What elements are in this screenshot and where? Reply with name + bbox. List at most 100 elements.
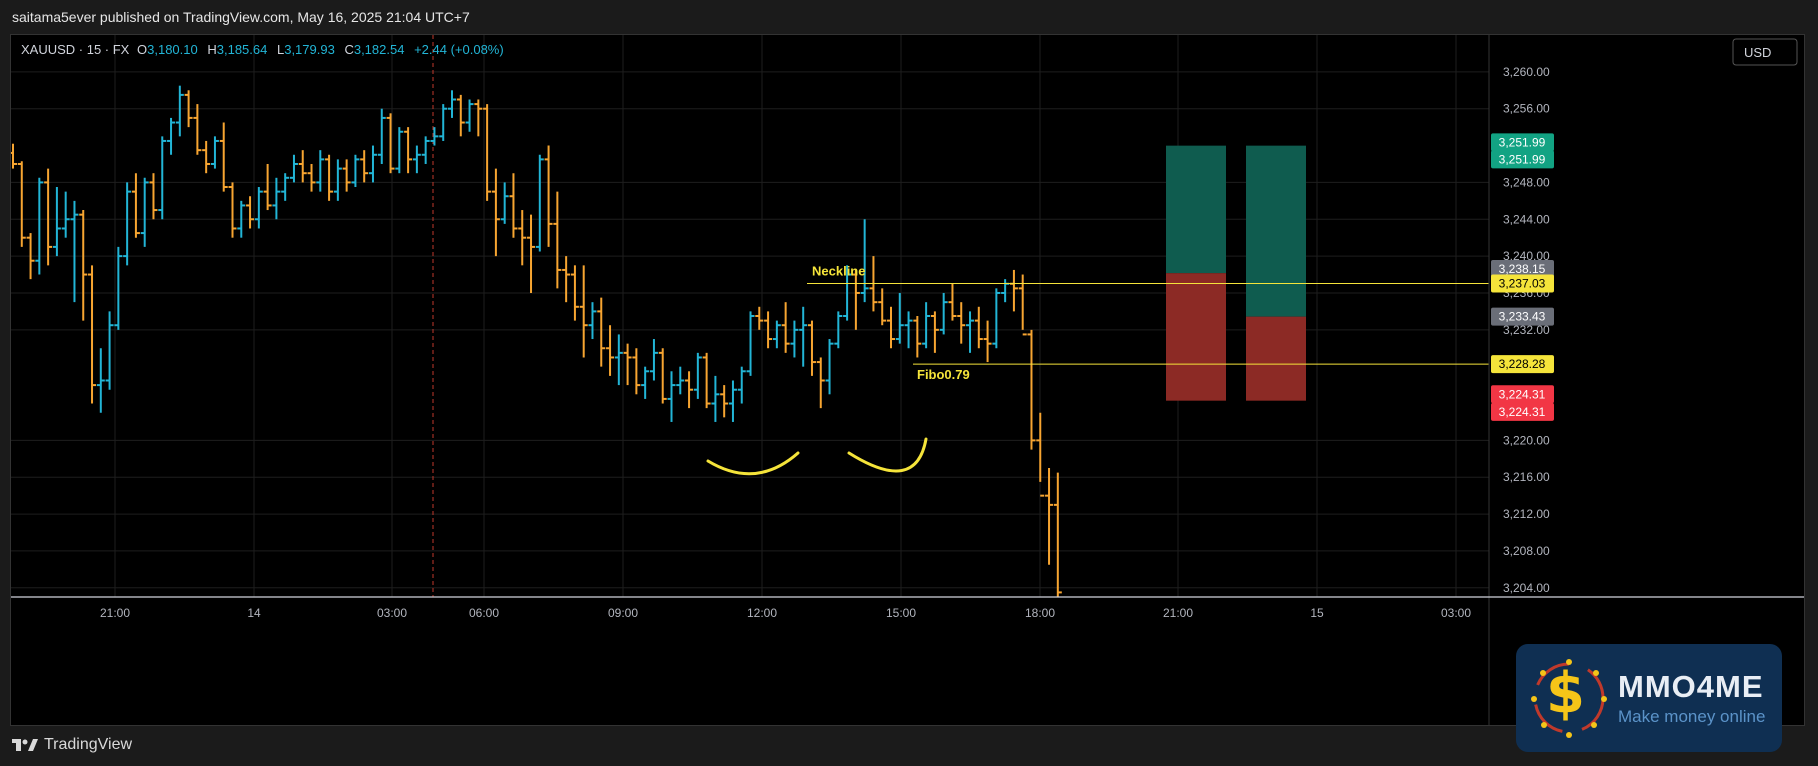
ohlc-bar [368, 145, 377, 183]
price-label-text: 3,238.15 [1499, 262, 1546, 276]
ohlc-bar [518, 210, 527, 266]
ohlc-bar [887, 306, 895, 349]
legend-change: +2.44 (+0.08%) [414, 42, 504, 57]
ohlc-bar [983, 320, 992, 363]
ohlc-bar [1027, 329, 1036, 450]
ohlc-bar [386, 113, 395, 174]
ohlc-bar [544, 145, 553, 247]
ohlc-bar [193, 104, 202, 155]
ohlc-bar [737, 366, 746, 404]
ohlc-bar [465, 99, 474, 132]
annotation-label: Neckline [812, 263, 865, 278]
ohlc-bar [913, 316, 922, 358]
ohlc-bar [790, 320, 799, 358]
ohlc-bar [895, 292, 904, 344]
ohlc-bar [210, 136, 219, 169]
footer-logo[interactable]: TradingView [12, 736, 132, 754]
ohlc-bar [553, 191, 562, 289]
badge-tagline: Make money online [1618, 707, 1766, 726]
chart-pane[interactable]: Neckline Fibo0.79 3,260.00 3,256.00 3,248.0… [10, 34, 1805, 726]
ohlc-bar [851, 269, 860, 330]
ohlc-bar [500, 182, 509, 224]
ohlc-bar [123, 182, 132, 266]
ohlc-bar [816, 357, 825, 409]
price-chart[interactable]: Neckline Fibo0.79 3,260.00 3,256.00 3,248.0… [11, 35, 1804, 725]
ohlc-bar [456, 94, 465, 137]
currency-button[interactable]: USD [1732, 38, 1798, 66]
price-label: 3,224.31 [1491, 402, 1554, 421]
ohlc-bar [579, 265, 588, 358]
ohlc-bar [632, 348, 641, 395]
price-label-text: 3,224.31 [1499, 405, 1546, 419]
ohlc-bar [693, 352, 702, 399]
ohlc-bar [948, 283, 957, 321]
legend-ohlc-values: O3,180.10 H3,185.64 L3,179.93 C3,182.54 … [137, 42, 504, 57]
ohlc-bar [562, 256, 571, 303]
ohlc-bar [439, 104, 448, 141]
ohlc-bar [202, 140, 211, 174]
ohlc-bar [685, 371, 694, 409]
annotations[interactable]: Neckline Fibo0.79 [706, 263, 1489, 476]
ohlc-bar [325, 154, 334, 201]
ohlc-bar [96, 348, 105, 413]
ohlc-bar [939, 292, 948, 335]
ohlc-bar [1009, 269, 1018, 312]
y-tick-label: 3,208.00 [1503, 544, 1550, 558]
ohlc-bar [1001, 279, 1010, 303]
ohlc-bar [878, 288, 887, 326]
ohlc-bar [711, 375, 720, 422]
position-boxes[interactable] [1166, 145, 1306, 401]
ohlc-bar [316, 150, 325, 192]
x-tick-label: 06:00 [469, 606, 499, 620]
price-label: 3,224.31 [1491, 385, 1554, 404]
price-label-text: 3,251.99 [1499, 152, 1546, 166]
ohlc-bar [930, 311, 939, 353]
y-tick-label: 3,260.00 [1503, 65, 1550, 79]
ohlc-bar [289, 154, 298, 183]
ohlc-bar [597, 297, 606, 367]
ohlc-bar [404, 127, 413, 174]
y-tick-label: 3,216.00 [1503, 470, 1550, 484]
axes: 3,260.003,256.003,248.003,244.003,240.00… [11, 35, 1804, 725]
currency-label: USD [1744, 45, 1771, 60]
ohlc-bar [44, 168, 53, 266]
legend-open: 3,180.10 [147, 42, 198, 57]
price-label-text: 3,228.28 [1499, 357, 1546, 371]
ohlc-bar [149, 173, 158, 220]
x-tick-label: 21:00 [1163, 606, 1193, 620]
ohlc-bar [88, 265, 97, 404]
ohlc-bar [676, 366, 685, 395]
footer-brand: TradingView [44, 736, 133, 753]
profit-zone [1166, 145, 1226, 274]
price-label: 3,251.99 [1491, 150, 1554, 169]
ohlc-bar [957, 302, 966, 344]
ohlc-bar [772, 320, 781, 349]
ohlc-bar [167, 117, 176, 155]
ohlc-bars [11, 85, 1062, 597]
ohlc-bar [79, 210, 88, 321]
price-label-text: 3,224.31 [1499, 387, 1546, 401]
x-tick-label: 15 [1310, 606, 1324, 620]
x-tick-label: 21:00 [100, 606, 130, 620]
ohlc-bar [807, 320, 816, 376]
legend-open-label: O [137, 42, 147, 57]
ohlc-bar [307, 163, 316, 192]
ohlc-bar [702, 352, 711, 409]
ohlc-bar [281, 173, 290, 201]
legend-close-label: C [344, 42, 353, 57]
ohlc-bar [228, 182, 237, 238]
ohlc-bar [395, 127, 404, 174]
ohlc-bar [1045, 468, 1054, 565]
ohlc-bar [860, 219, 869, 303]
y-tick-label: 3,244.00 [1503, 212, 1550, 226]
ohlc-bar [535, 154, 544, 252]
right-shoulder-curve [847, 437, 928, 473]
ohlc-bar [448, 90, 456, 118]
legend-high: 3,185.64 [217, 42, 268, 57]
price-label-text: 3,237.03 [1499, 276, 1546, 290]
ohlc-bar [61, 191, 70, 238]
x-tick-label: 03:00 [1441, 606, 1471, 620]
ohlc-bar [263, 163, 272, 211]
ohlc-bar [254, 187, 263, 229]
symbol-legend: XAUUSD · 15 · FX O3,180.10 H3,185.64 L3,… [21, 42, 504, 57]
